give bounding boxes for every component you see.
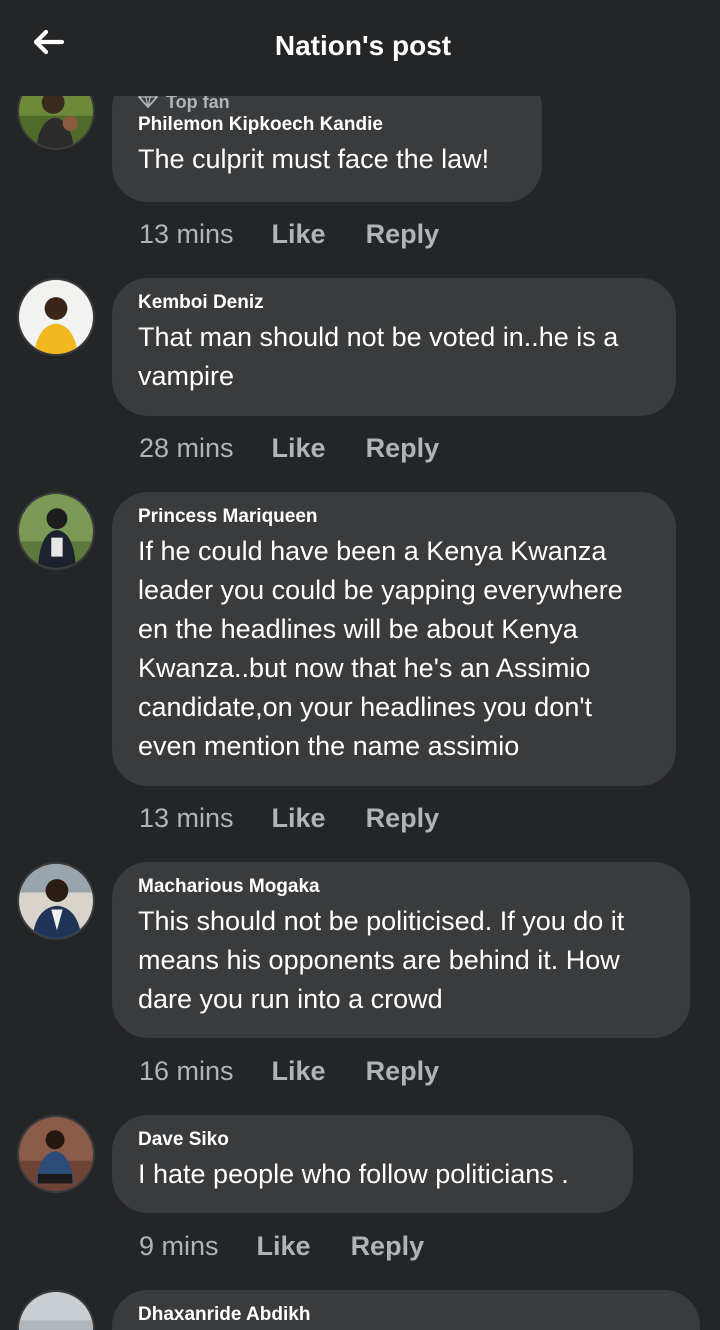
comment-line: dare you run into a crowd	[138, 984, 443, 1014]
comment-line: I hate people who follow politicians .	[138, 1159, 569, 1189]
avatar[interactable]	[17, 862, 95, 940]
comment-text: The culprit must face the law!	[138, 140, 516, 179]
comment-bubble[interactable]: Princess Mariqueen If he could have been…	[112, 492, 676, 786]
top-app-bar: Nation's post	[0, 0, 720, 96]
comment-text: I hate people who follow politicians .	[138, 1155, 607, 1194]
comment-author[interactable]: Princess Mariqueen	[138, 506, 650, 528]
reply-button[interactable]: Reply	[351, 1230, 425, 1262]
like-button[interactable]: Like	[272, 432, 326, 464]
comment-bubble[interactable]: Macharious Mogaka This should not be pol…	[112, 862, 690, 1038]
comment-author[interactable]: Dave Siko	[138, 1129, 607, 1151]
comment-author[interactable]: Kemboi Deniz	[138, 292, 650, 314]
comment-timestamp[interactable]: 13 mins	[139, 218, 234, 250]
comment-line: means his opponents are behind it. How	[138, 945, 620, 975]
comments-feed[interactable]: Top fan Philemon Kipkoech Kandie The cul…	[0, 0, 720, 1330]
comment-bubble[interactable]: Kemboi Deniz That man should not be vote…	[112, 278, 676, 416]
comment-author[interactable]: Macharious Mogaka	[138, 876, 664, 898]
comment-timestamp[interactable]: 16 mins	[139, 1055, 234, 1087]
comment-timestamp[interactable]: 28 mins	[139, 432, 234, 464]
comment-bubble[interactable]: Dhaxanride Abdikh	[112, 1290, 700, 1330]
comment-line: This should not be politicised. If you d…	[138, 906, 625, 936]
comment-line: leader you could be yapping everywhere	[138, 575, 623, 605]
comment-line: If he could have been a Kenya Kwanza	[138, 536, 607, 566]
comment-actions: 13 mins Like Reply	[139, 802, 439, 834]
like-button[interactable]: Like	[272, 218, 326, 250]
comment-bubble[interactable]: Dave Siko I hate people who follow polit…	[112, 1115, 633, 1213]
like-button[interactable]: Like	[257, 1230, 311, 1262]
reply-button[interactable]: Reply	[366, 432, 440, 464]
comment-text: If he could have been a Kenya Kwanza lea…	[138, 532, 650, 766]
comment-timestamp[interactable]: 9 mins	[139, 1230, 219, 1262]
comment-line: The culprit must face the law!	[138, 144, 490, 174]
comment-actions: 13 mins Like Reply	[139, 218, 439, 250]
reply-button[interactable]: Reply	[366, 802, 440, 834]
reply-button[interactable]: Reply	[366, 218, 440, 250]
comment-line: en the headlines will be about Kenya	[138, 614, 578, 644]
like-button[interactable]: Like	[272, 802, 326, 834]
comment-actions: 9 mins Like Reply	[139, 1230, 424, 1262]
comment-actions: 28 mins Like Reply	[139, 432, 439, 464]
comment-line: vampire	[138, 361, 235, 391]
comment-author[interactable]: Dhaxanride Abdikh	[138, 1304, 674, 1326]
app-screen: Top fan Philemon Kipkoech Kandie The cul…	[0, 0, 720, 1330]
comment-line: candidate,on your headlines you don't	[138, 692, 592, 722]
reply-button[interactable]: Reply	[366, 1055, 440, 1087]
comment-actions: 16 mins Like Reply	[139, 1055, 439, 1087]
comment-line: Kwanza..but now that he's an Assimio	[138, 653, 591, 683]
comment-timestamp[interactable]: 13 mins	[139, 802, 234, 834]
page-title: Nation's post	[274, 30, 452, 61]
comment-author[interactable]: Philemon Kipkoech Kandie	[138, 114, 516, 136]
comment-text: This should not be politicised. If you d…	[138, 902, 664, 1019]
avatar[interactable]	[17, 1290, 95, 1330]
comment-text: That man should not be voted in..he is a…	[138, 318, 650, 396]
like-button[interactable]: Like	[272, 1055, 326, 1087]
avatar[interactable]	[17, 278, 95, 356]
comment-line: even mention the name assimio	[138, 731, 520, 761]
comment-line: That man should not be voted in..he is a	[138, 322, 619, 352]
avatar[interactable]	[17, 1115, 95, 1193]
avatar[interactable]	[17, 492, 95, 570]
